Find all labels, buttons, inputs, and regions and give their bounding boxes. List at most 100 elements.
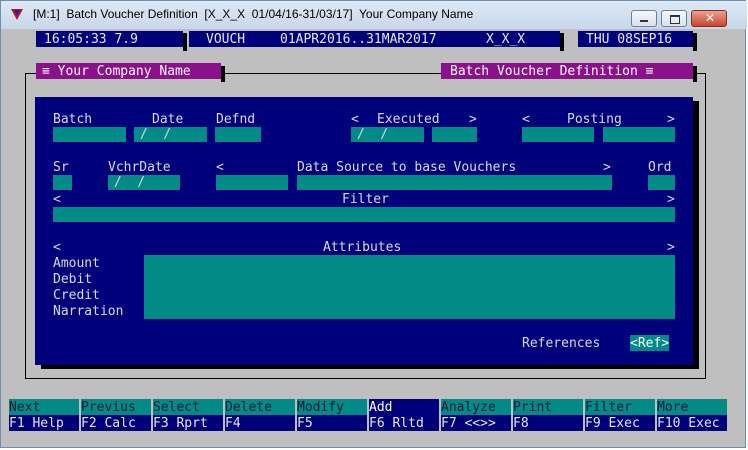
ord-label: Ord <box>648 160 672 175</box>
screen-menu[interactable]: Batch Voucher Definition ≡ <box>441 63 693 79</box>
attributes-right-marker: > <box>667 240 675 255</box>
attributes-label: Attributes <box>323 240 402 255</box>
shadow <box>693 66 697 82</box>
fkey-f9-top: Filter <box>585 400 632 415</box>
executed-field[interactable] <box>432 127 477 142</box>
vchrdate-field[interactable]: / / <box>108 175 180 190</box>
vouch-label: VOUCH <box>206 32 246 47</box>
posting-left-marker: < <box>522 112 530 127</box>
fkey-f3-top: Select <box>153 400 200 415</box>
fkey-f4-bottom: F4 <box>225 416 241 431</box>
posting-right-marker: > <box>667 112 675 127</box>
vchrdate-label: VchrDate <box>108 160 171 175</box>
clock-display: 16:05:33 7.9 <box>36 31 183 47</box>
executed-label: Executed <box>377 112 440 127</box>
maximize-icon <box>670 15 680 24</box>
executed-date-field[interactable]: / / <box>351 127 424 142</box>
fkey-f5-bottom: F5 <box>297 416 313 431</box>
executed-date-value: / / <box>349 127 389 142</box>
data-source-type-field[interactable] <box>216 175 288 190</box>
fkey-f6-top: Add <box>369 400 393 415</box>
fkey-f2-bottom: F2 Calc <box>81 416 136 431</box>
narration-label: Narration <box>53 304 124 319</box>
fkey-f8-bottom: F8 <box>513 416 529 431</box>
data-source-right-marker: > <box>603 160 611 175</box>
defnd-label: Defnd <box>216 112 256 127</box>
date-label: Date <box>152 112 184 127</box>
fkey-f4-top: Delete <box>225 400 272 415</box>
period-range: 01APR2016..31MAR2017 <box>280 32 437 47</box>
window-title: [M:1] Batch Voucher Definition [X_X_X 01… <box>33 7 474 21</box>
defnd-field[interactable] <box>215 127 261 142</box>
batch-label: Batch <box>53 112 93 127</box>
fkey-f8-top: Print <box>513 400 553 415</box>
attributes-left-marker: < <box>53 240 61 255</box>
fkey-f9[interactable]: Filter F9 Exec <box>585 399 655 431</box>
debit-label: Debit <box>53 272 93 287</box>
filter-label: Filter <box>342 192 389 207</box>
date-display: THU 08SEP16 <box>578 31 693 47</box>
fkey-f1-top: Next <box>9 400 41 415</box>
date-field[interactable]: / / <box>134 127 207 142</box>
fkey-f6-bottom: F6 Rltd <box>369 416 424 431</box>
minimize-button[interactable] <box>631 10 657 27</box>
fkey-f1-bottom: F1 Help <box>9 416 64 431</box>
data-source-left-marker: < <box>216 160 224 175</box>
app-window: [M:1] Batch Voucher Definition [X_X_X 01… <box>0 0 747 448</box>
batch-field[interactable] <box>53 127 126 142</box>
ref-button[interactable]: <Ref> <box>630 335 670 351</box>
company-code: X_X_X <box>486 32 526 47</box>
close-icon: ✕ <box>705 11 716 25</box>
shadow <box>183 33 187 51</box>
fkey-f3[interactable]: Select F3 Rprt <box>153 399 223 431</box>
maximize-button[interactable] <box>661 10 687 27</box>
panel-shadow <box>693 101 699 369</box>
fkey-f7[interactable]: Analyze F7 <<>> <box>441 399 511 431</box>
minimize-icon <box>640 20 648 22</box>
executed-right-marker: > <box>469 112 477 127</box>
vchrdate-value: / / <box>106 175 146 190</box>
app-logo-inner-icon <box>14 10 20 16</box>
close-button[interactable]: ✕ <box>691 10 727 27</box>
fkey-f9-bottom: F9 Exec <box>585 416 640 431</box>
posting-field-1[interactable] <box>522 127 594 142</box>
posting-label: Posting <box>567 112 622 127</box>
fkey-f5-top: Modify <box>297 400 344 415</box>
data-source-field[interactable] <box>297 175 612 190</box>
fkey-f10-top: More <box>657 400 689 415</box>
fkey-f2-top: Previus <box>81 400 136 415</box>
title-bar: [M:1] Batch Voucher Definition [X_X_X 01… <box>1 1 747 29</box>
form-panel: Batch Date Defnd < Executed > < Posting … <box>35 97 693 365</box>
filter-right-marker: > <box>667 192 675 207</box>
fkey-f1[interactable]: Next F1 Help <box>9 399 79 431</box>
credit-label: Credit <box>53 288 100 303</box>
fkey-f10-bottom: F10 Exec <box>657 416 720 431</box>
fkey-f8[interactable]: Print F8 <box>513 399 583 431</box>
sr-field[interactable] <box>53 175 72 190</box>
ord-field[interactable] <box>648 175 675 190</box>
fkey-f6[interactable]: Add F6 Rltd <box>369 399 439 431</box>
fkey-f7-bottom: F7 <<>> <box>441 416 496 431</box>
period-bar: VOUCH 01APR2016..31MAR2017 X_X_X <box>189 31 560 47</box>
date-field-value: / / <box>132 127 172 142</box>
posting-field-2[interactable] <box>603 127 675 142</box>
filter-left-marker: < <box>53 192 61 207</box>
filter-field[interactable] <box>53 207 675 222</box>
amount-label: Amount <box>53 256 100 271</box>
shadow <box>560 33 564 51</box>
shadow <box>693 33 697 51</box>
fkey-f4[interactable]: Delete F4 <box>225 399 295 431</box>
fkey-f3-bottom: F3 Rprt <box>153 416 208 431</box>
panel-shadow <box>41 365 699 369</box>
attributes-field[interactable] <box>144 255 675 319</box>
company-menu[interactable]: ≡ Your Company Name <box>36 63 221 79</box>
fkey-f7-top: Analyze <box>441 400 496 415</box>
sr-label: Sr <box>53 160 69 175</box>
references-label: References <box>522 336 601 351</box>
data-source-label: Data Source to base Vouchers <box>297 160 517 175</box>
fkey-f5[interactable]: Modify F5 <box>297 399 367 431</box>
executed-left-marker: < <box>351 112 359 127</box>
shadow <box>221 66 225 82</box>
fkey-f10[interactable]: More F10 Exec <box>657 399 727 431</box>
fkey-f2[interactable]: Previus F2 Calc <box>81 399 151 431</box>
